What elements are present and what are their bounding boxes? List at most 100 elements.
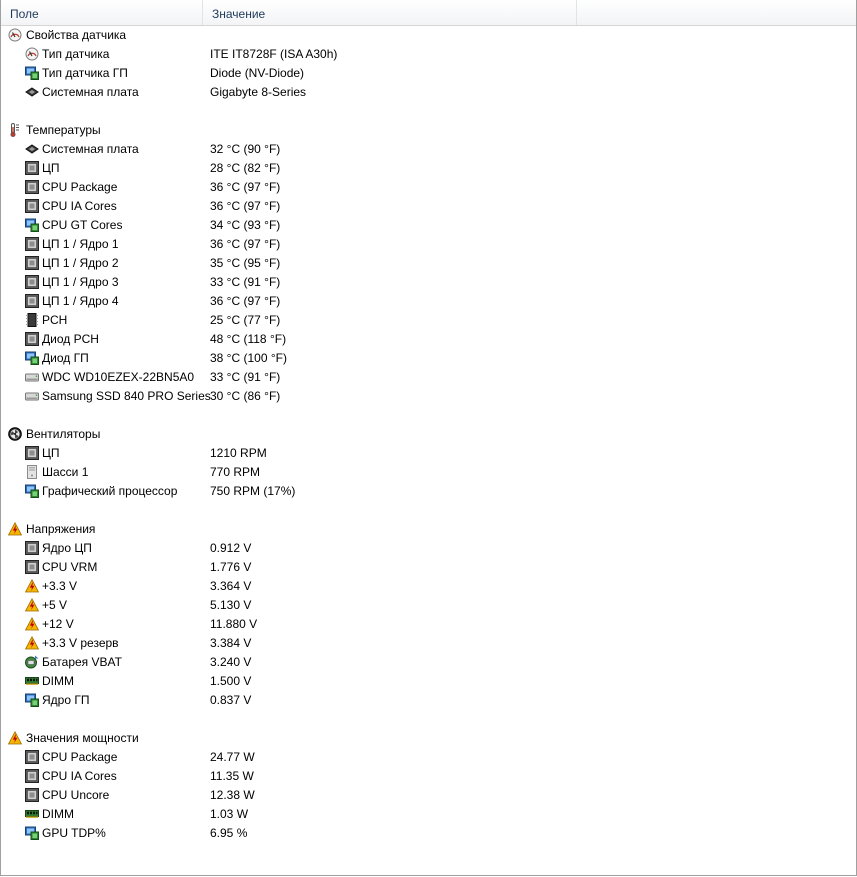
sensor-value: 3.364 V xyxy=(210,579,252,593)
sensor-row[interactable]: Тип датчика ITE IT8728F (ISA A30h) xyxy=(1,45,856,64)
sensor-row[interactable]: ЦП 1 / Ядро 1 36 °C (97 °F) xyxy=(1,235,856,254)
sensor-field: Диод PCH xyxy=(42,332,99,346)
dimm-icon xyxy=(25,674,39,688)
sensor-value: 1.03 W xyxy=(210,807,249,821)
sensor-group[interactable]: Значения мощности xyxy=(1,729,856,748)
sensor-row[interactable]: CPU Uncore 12.38 W xyxy=(1,786,856,805)
cpu-chip-icon xyxy=(25,446,39,460)
sensor-field: Тип датчика xyxy=(42,47,110,61)
sensor-row[interactable]: CPU VRM 1.776 V xyxy=(1,558,856,577)
cpu-chip-icon xyxy=(25,237,39,251)
sensor-row[interactable]: +3.3 V резерв 3.384 V xyxy=(1,634,856,653)
column-header-field[interactable]: Поле xyxy=(1,0,203,25)
sensor-value: 38 °C (100 °F) xyxy=(210,351,287,365)
column-header-value[interactable]: Значение xyxy=(203,0,577,25)
sensor-row[interactable]: +3.3 V 3.364 V xyxy=(1,577,856,596)
sensor-value: 11.35 W xyxy=(210,769,254,783)
sensor-value: 32 °C (90 °F) xyxy=(210,142,281,156)
gpu-monitor-icon xyxy=(25,826,39,840)
chassis-icon xyxy=(25,465,39,479)
voltage-warning-icon xyxy=(24,616,40,631)
sensor-row[interactable]: Системная плата Gigabyte 8-Series xyxy=(1,83,856,102)
sensor-row[interactable]: DIMM 1.500 V xyxy=(1,672,856,691)
sensor-row[interactable]: PCH 25 °C (77 °F) xyxy=(1,311,856,330)
sensor-field: +5 V xyxy=(42,598,68,612)
voltage-warning-icon xyxy=(7,730,23,745)
sensor-group[interactable]: Температуры xyxy=(1,121,856,140)
sensor-field: PCH xyxy=(42,313,68,327)
group-label: Вентиляторы xyxy=(26,427,101,441)
sensor-field: CPU VRM xyxy=(42,560,98,574)
sensor-gauge-icon xyxy=(25,47,39,61)
sensor-row[interactable]: ЦП 1 / Ядро 4 36 °C (97 °F) xyxy=(1,292,856,311)
sensor-row[interactable]: ЦП 1210 RPM xyxy=(1,444,856,463)
sensor-row[interactable]: Графический процессор 750 RPM (17%) xyxy=(1,482,856,501)
sensor-row[interactable]: GPU TDP% 6.95 % xyxy=(1,824,856,843)
sensor-row[interactable]: DIMM 1.03 W xyxy=(1,805,856,824)
group-label: Напряжения xyxy=(26,522,96,536)
sensor-value: 1.500 V xyxy=(210,674,252,688)
sensor-row[interactable]: Samsung SSD 840 PRO Series 30 °C (86 °F) xyxy=(1,387,856,406)
sensor-row[interactable]: CPU IA Cores 36 °C (97 °F) xyxy=(1,197,856,216)
sensor-row[interactable]: Ядро ЦП 0.912 V xyxy=(1,539,856,558)
dimm-icon xyxy=(25,807,39,821)
voltage-warning-icon xyxy=(7,521,23,536)
sensor-value: Gigabyte 8-Series xyxy=(210,85,307,99)
sensor-field: CPU Package xyxy=(42,750,118,764)
sensor-row[interactable]: Тип датчика ГП Diode (NV-Diode) xyxy=(1,64,856,83)
sensor-row[interactable]: CPU GT Cores 34 °C (93 °F) xyxy=(1,216,856,235)
cpu-chip-icon xyxy=(25,161,39,175)
sensor-field: WDC WD10EZEX-22BN5A0 xyxy=(42,370,195,384)
sensor-row[interactable]: +5 V 5.130 V xyxy=(1,596,856,615)
hard-drive-icon xyxy=(25,370,39,384)
sensor-field: Ядро ЦП xyxy=(42,541,92,555)
sensor-field: ЦП 1 / Ядро 2 xyxy=(42,256,119,270)
sensor-row[interactable]: Батарея VBAT 3.240 V xyxy=(1,653,856,672)
sensor-field: Тип датчика ГП xyxy=(42,66,128,80)
sensor-row[interactable]: ЦП 28 °C (82 °F) xyxy=(1,159,856,178)
column-header-field-label: Поле xyxy=(10,7,39,21)
sensor-row[interactable]: Системная плата 32 °C (90 °F) xyxy=(1,140,856,159)
sensor-field: GPU TDP% xyxy=(42,826,106,840)
sensor-value: 34 °C (93 °F) xyxy=(210,218,281,232)
sensor-value: 1210 RPM xyxy=(210,446,267,460)
cpu-chip-icon xyxy=(25,750,39,764)
sensor-row[interactable]: Ядро ГП 0.837 V xyxy=(1,691,856,710)
sensor-field: CPU Package xyxy=(42,180,118,194)
sensor-field: Шасси 1 xyxy=(42,465,89,479)
sensor-field: CPU Uncore xyxy=(42,788,110,802)
sensor-field: ЦП 1 / Ядро 1 xyxy=(42,237,119,251)
sensor-row[interactable]: Диод PCH 48 °C (118 °F) xyxy=(1,330,856,349)
column-header: Поле Значение xyxy=(1,0,856,26)
motherboard-icon xyxy=(25,85,39,99)
sensor-row[interactable]: CPU Package 36 °C (97 °F) xyxy=(1,178,856,197)
sensor-value: 36 °C (97 °F) xyxy=(210,294,281,308)
sensor-value: 33 °C (91 °F) xyxy=(210,275,281,289)
sensor-row[interactable]: Шасси 1 770 RPM xyxy=(1,463,856,482)
sensor-row[interactable]: CPU IA Cores 11.35 W xyxy=(1,767,856,786)
sensor-row[interactable]: CPU Package 24.77 W xyxy=(1,748,856,767)
sensor-field: DIMM xyxy=(42,674,74,688)
sensor-field: ЦП 1 / Ядро 3 xyxy=(42,275,119,289)
sensor-value: 36 °C (97 °F) xyxy=(210,180,281,194)
sensor-row[interactable]: Диод ГП 38 °C (100 °F) xyxy=(1,349,856,368)
cpu-chip-icon xyxy=(25,332,39,346)
sensor-value: 48 °C (118 °F) xyxy=(210,332,287,346)
sensor-row[interactable]: ЦП 1 / Ядро 3 33 °C (91 °F) xyxy=(1,273,856,292)
sensor-value: 28 °C (82 °F) xyxy=(210,161,281,175)
sensor-row[interactable]: WDC WD10EZEX-22BN5A0 33 °C (91 °F) xyxy=(1,368,856,387)
sensor-field: ЦП xyxy=(42,446,60,460)
sensor-group[interactable]: Напряжения xyxy=(1,520,856,539)
sensor-field: ЦП 1 / Ядро 4 xyxy=(42,294,119,308)
sensor-row[interactable]: +12 V 11.880 V xyxy=(1,615,856,634)
sensor-group[interactable]: Вентиляторы xyxy=(1,425,856,444)
sensor-row[interactable]: ЦП 1 / Ядро 2 35 °C (95 °F) xyxy=(1,254,856,273)
sensor-group[interactable]: Свойства датчика xyxy=(1,26,856,45)
motherboard-icon xyxy=(25,142,39,156)
battery-icon xyxy=(25,655,39,669)
gpu-monitor-icon xyxy=(25,484,39,498)
cpu-chip-icon xyxy=(25,275,39,289)
